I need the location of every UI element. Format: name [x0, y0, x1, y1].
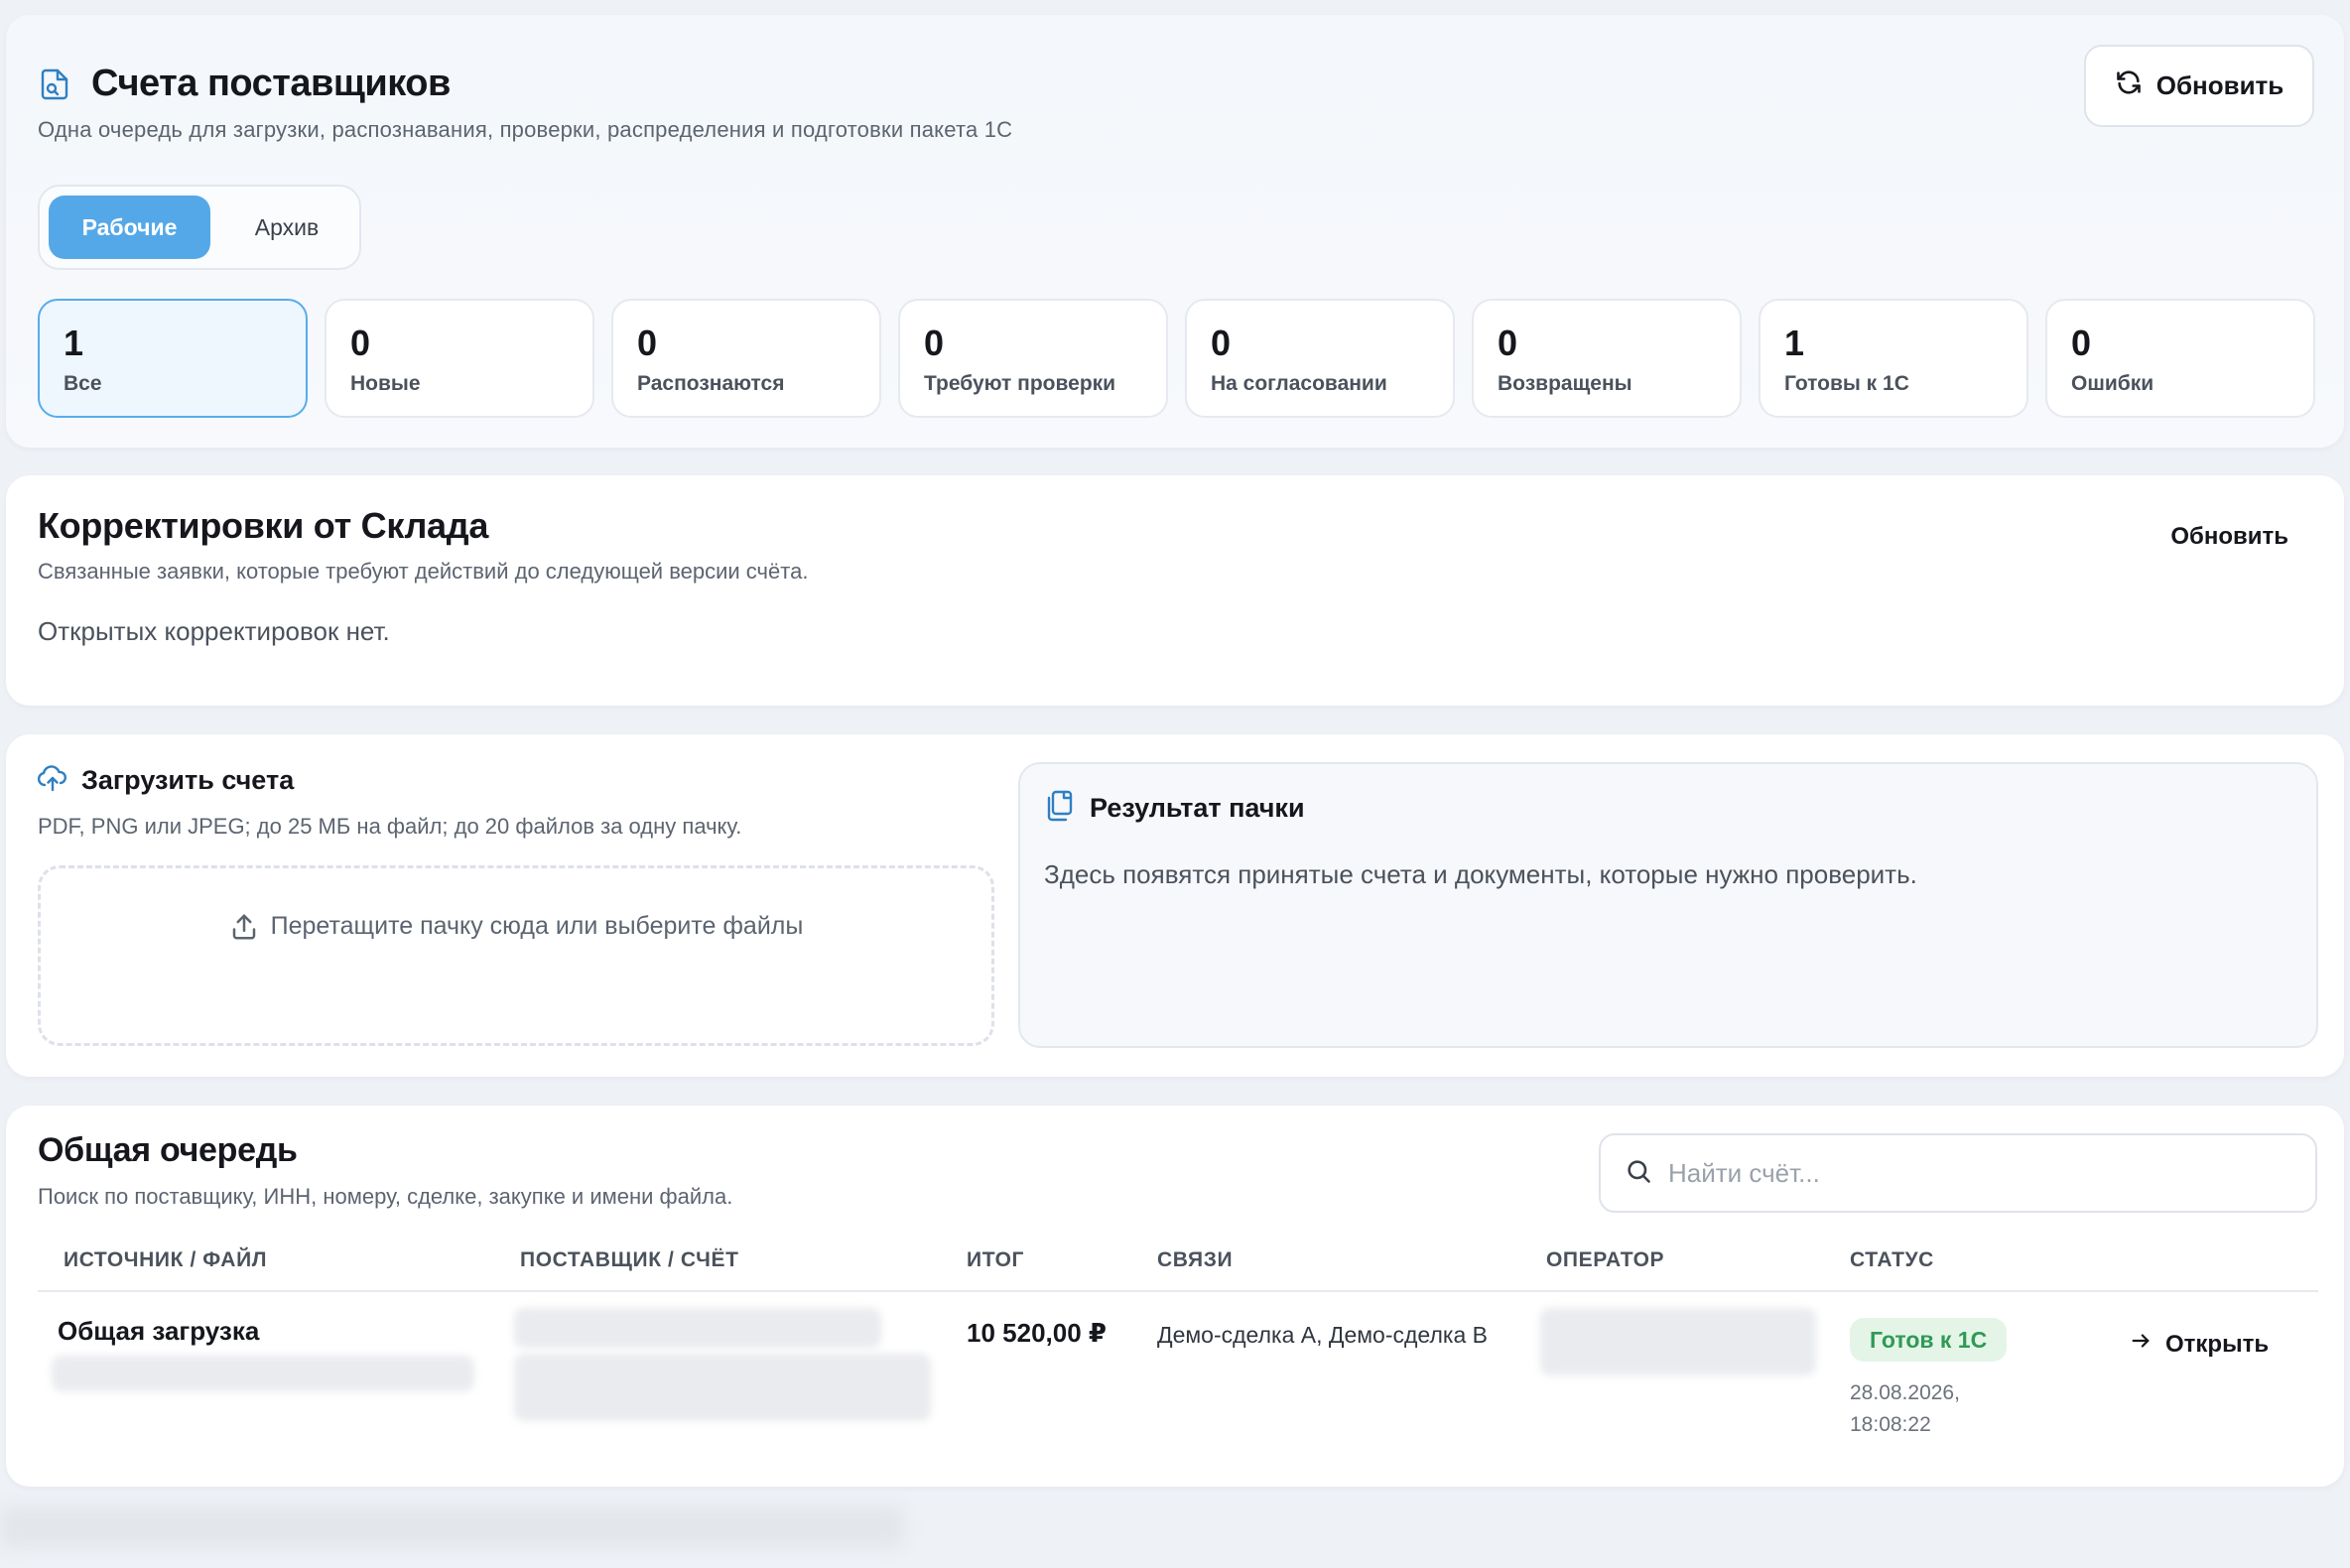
cloud-upload-icon: [37, 764, 67, 797]
redacted-supplier-name: [514, 1308, 881, 1348]
open-button[interactable]: Открыть: [2130, 1330, 2269, 1359]
filter-needs-review[interactable]: 0 Требуют проверки: [898, 299, 1168, 418]
dropzone-text: Перетащите пачку сюда или выберите файлы: [270, 912, 804, 940]
warehouse-corrections-card: Корректировки от Склада Связанные заявки…: [6, 475, 2344, 706]
corrections-empty-state: Открытых корректировок нет.: [38, 616, 390, 646]
filter-count: 0: [2071, 323, 2092, 363]
filter-ready-1c[interactable]: 1 Готовы к 1С: [1759, 299, 2028, 418]
filter-label: Новые: [350, 372, 421, 395]
batch-result-title-row: Результат пачки: [1044, 790, 1305, 827]
supplier-invoices-header-card: Счета поставщиков Одна очередь для загру…: [6, 15, 2344, 448]
redacted-footer: [0, 1506, 903, 1548]
filter-recognizing[interactable]: 0 Распознаются: [611, 299, 881, 418]
arrow-right-icon: [2130, 1330, 2152, 1359]
upload-title-row: Загрузить счета: [37, 764, 295, 797]
upload-card: Загрузить счета PDF, PNG или JPEG; до 25…: [6, 734, 2344, 1077]
filter-label: Готовы к 1С: [1784, 372, 1909, 395]
filter-count: 0: [350, 323, 371, 363]
search-input[interactable]: [1668, 1157, 2264, 1189]
page-subtitle: Одна очередь для загрузки, распознавания…: [38, 117, 1013, 142]
tab-archive[interactable]: Архив: [222, 196, 351, 259]
table-header: ИСТОЧНИК / ФАЙЛ ПОСТАВЩИК / СЧЁТ ИТОГ СВ…: [38, 1237, 2318, 1292]
filter-count: 0: [924, 323, 945, 363]
filter-label: Все: [64, 372, 102, 395]
filter-label: Требуют проверки: [924, 372, 1116, 395]
filter-all[interactable]: 1 Все: [38, 299, 308, 418]
corrections-refresh-button[interactable]: Обновить: [2170, 523, 2288, 551]
filter-count: 0: [1498, 323, 1518, 363]
corrections-title: Корректировки от Склада: [38, 505, 489, 546]
column-header-source: ИСТОЧНИК / ФАЙЛ: [64, 1248, 268, 1271]
batch-result-title: Результат пачки: [1090, 793, 1305, 823]
redacted-operator: [1540, 1308, 1816, 1375]
filter-errors[interactable]: 0 Ошибки: [2045, 299, 2315, 418]
filter-new[interactable]: 0 Новые: [325, 299, 594, 418]
redacted-file-name: [52, 1356, 474, 1391]
table-row[interactable]: Общая загрузка 10 520,00 ₽ Демо-сделка А…: [38, 1294, 2318, 1443]
corrections-subtitle: Связанные заявки, которые требуют действ…: [38, 559, 809, 584]
column-header-status: СТАТУС: [1850, 1248, 1934, 1271]
column-header-links: СВЯЗИ: [1157, 1248, 1234, 1271]
refresh-button-label: Обновить: [2155, 70, 2285, 100]
filter-count: 1: [1784, 323, 1805, 363]
row-source: Общая загрузка: [58, 1316, 260, 1346]
search-box: [1599, 1133, 2317, 1213]
filter-count: 0: [637, 323, 658, 363]
document-search-icon: [38, 67, 71, 101]
page-title: Счета поставщиков: [91, 63, 451, 104]
queue-title: Общая очередь: [38, 1131, 298, 1169]
status-badge: Готов к 1С: [1850, 1318, 2008, 1362]
title-row: Счета поставщиков: [38, 63, 451, 105]
status-date: 28.08.2026, 18:08:22: [1850, 1381, 1960, 1436]
batch-result-panel: Результат пачки Здесь появятся принятые …: [1018, 762, 2318, 1048]
column-header-total: ИТОГ: [967, 1248, 1025, 1271]
redacted-invoice-number: [514, 1354, 931, 1421]
batch-result-text: Здесь появятся принятые счета и документ…: [1044, 859, 1917, 889]
queue-subtitle: Поиск по поставщику, ИНН, номеру, сделке…: [38, 1184, 733, 1209]
row-links: Демо-сделка А, Демо-сделка В: [1157, 1322, 1488, 1348]
search-icon: [1625, 1157, 1652, 1190]
copy-documents-icon: [1044, 790, 1074, 827]
common-queue-card: Общая очередь Поиск по поставщику, ИНН, …: [6, 1106, 2344, 1487]
refresh-icon: [2115, 68, 2143, 103]
filter-returned[interactable]: 0 Возвращены: [1472, 299, 1742, 418]
row-amount: 10 520,00 ₽: [967, 1318, 1107, 1348]
filter-label: Возвращены: [1498, 372, 1632, 395]
filter-label: Распознаются: [637, 372, 785, 395]
upload-title: Загрузить счета: [81, 765, 295, 795]
filter-label: Ошибки: [2071, 372, 2154, 395]
filter-count: 0: [1211, 323, 1232, 363]
filter-on-approval[interactable]: 0 На согласовании: [1185, 299, 1455, 418]
file-dropzone[interactable]: Перетащите пачку сюда или выберите файлы: [38, 865, 994, 1046]
status-filters: 1 Все 0 Новые 0 Распознаются 0 Требуют п…: [38, 299, 2315, 418]
tabs-segmented-control: Рабочие Архив: [38, 185, 361, 270]
upload-icon: [229, 912, 259, 1043]
refresh-button[interactable]: Обновить: [2084, 45, 2314, 127]
column-header-supplier: ПОСТАВЩИК / СЧЁТ: [520, 1248, 739, 1271]
tab-working[interactable]: Рабочие: [49, 196, 210, 259]
upload-subtitle: PDF, PNG или JPEG; до 25 МБ на файл; до …: [38, 814, 742, 839]
filter-label: На согласовании: [1211, 372, 1387, 395]
open-button-label: Открыть: [2165, 1330, 2270, 1358]
column-header-operator: ОПЕРАТОР: [1546, 1248, 1665, 1271]
filter-count: 1: [64, 323, 84, 363]
